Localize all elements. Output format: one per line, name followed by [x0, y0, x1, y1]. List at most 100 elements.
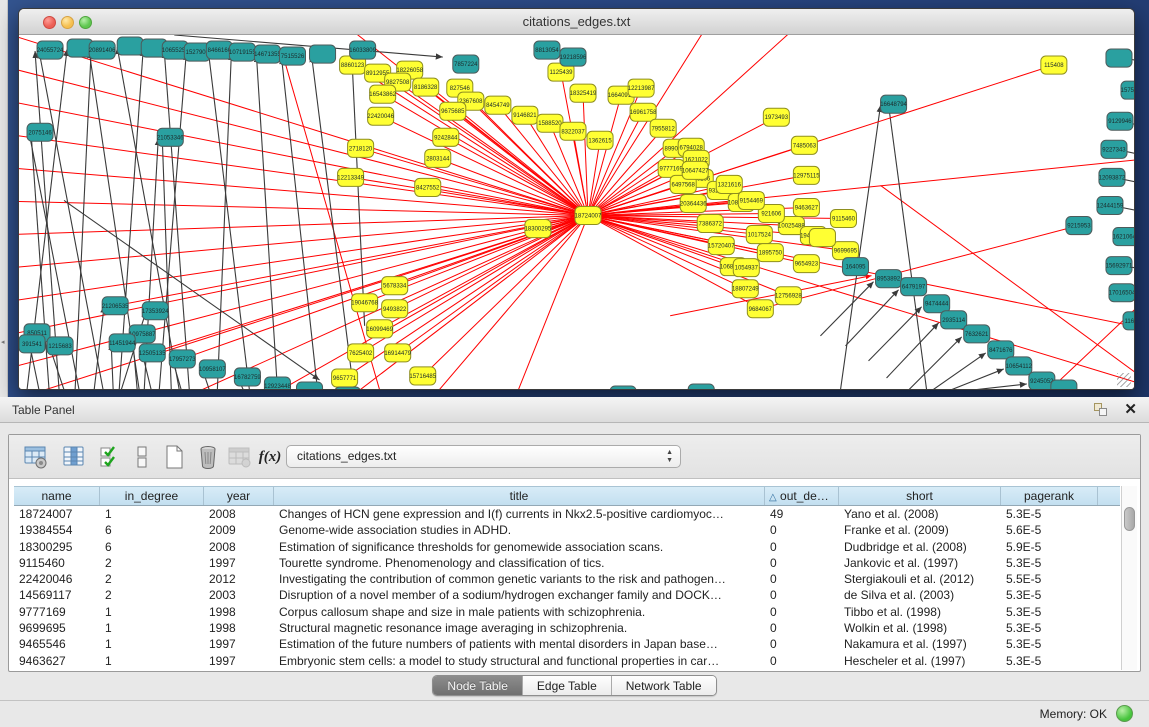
cell-in_degree[interactable]: 2 [100, 571, 204, 587]
graph-node-yellow[interactable]: 1054937 [733, 259, 759, 277]
graph-node-yellow[interactable]: 9654923 [793, 255, 819, 273]
cell-in_degree[interactable]: 1 [100, 636, 204, 652]
citation-edge-black[interactable] [312, 55, 354, 390]
cell-year[interactable]: 2008 [204, 506, 274, 522]
cell-in_degree[interactable]: 1 [100, 620, 204, 636]
graph-node-yellow[interactable]: 8322037 [560, 122, 586, 140]
cell-out_degree[interactable]: 0 [765, 653, 839, 669]
graph-node-yellow[interactable]: 16914479 [384, 344, 411, 362]
cell-pagerank[interactable]: 5.3E-5 [1001, 555, 1098, 571]
graph-node-yellow[interactable]: 16099469 [366, 320, 393, 338]
graph-node-teal[interactable]: 2935114 [941, 311, 967, 329]
graph-node-teal[interactable]: 21053346 [157, 128, 184, 146]
cell-title[interactable]: Investigating the contribution of common… [274, 571, 765, 587]
graph-node-teal[interactable]: 12923448 [264, 377, 291, 390]
graph-node-teal[interactable]: 7515526 [279, 47, 305, 65]
citation-edge-black[interactable] [256, 55, 277, 390]
graph-node-yellow[interactable]: 7485063 [791, 136, 817, 154]
column-header-short[interactable]: short [839, 487, 1001, 505]
graph-node-teal[interactable] [688, 384, 714, 390]
table-row[interactable]: 2242004622012Investigating the contribut… [14, 571, 1120, 587]
cell-name[interactable]: 22420046 [14, 571, 100, 587]
cell-title[interactable]: Genome-wide association studies in ADHD. [274, 522, 765, 538]
graph-node-teal[interactable]: 8953892 [876, 270, 902, 288]
cell-title[interactable]: Structural magnetic resonance image aver… [274, 620, 765, 636]
side-collapse-strip[interactable]: ◂ [0, 0, 8, 397]
citation-network-graph[interactable]: 1872400718300295886012389129551822605898… [19, 35, 1134, 390]
graph-node-teal[interactable]: 16648794 [880, 95, 907, 113]
cell-pagerank[interactable]: 5.9E-5 [1001, 539, 1098, 555]
graph-node-teal[interactable]: 20891406 [89, 41, 116, 59]
cell-name[interactable]: 18724007 [14, 506, 100, 522]
column-header-in_degree[interactable]: in_degree [100, 487, 204, 505]
graph-node-teal[interactable]: 164095 [842, 258, 868, 276]
graph-node-yellow[interactable]: 2803144 [425, 149, 451, 167]
window-resize-grip[interactable] [1117, 373, 1131, 387]
graph-node-yellow[interactable]: 7625402 [348, 344, 374, 362]
column-header-year[interactable]: year [204, 487, 274, 505]
citation-edge-black[interactable] [159, 53, 186, 390]
cell-in_degree[interactable]: 1 [100, 653, 204, 669]
cell-out_degree[interactable]: 0 [765, 522, 839, 538]
graph-node-yellow[interactable]: 12756928 [775, 287, 802, 305]
graph-node-yellow[interactable]: 8186328 [413, 78, 439, 96]
tab-edge-table[interactable]: Edge Table [523, 676, 612, 695]
graph-node-teal[interactable]: 9215953 [1066, 217, 1092, 235]
cell-short[interactable]: Wolkin et al. (1998) [839, 620, 1001, 636]
graph-node-teal[interactable]: 10958107 [199, 360, 226, 378]
graph-node-teal[interactable] [117, 37, 143, 55]
graph-node-teal[interactable]: 17353924 [142, 302, 169, 320]
graph-node-teal[interactable] [1106, 49, 1132, 67]
graph-node-yellow[interactable]: 18807249 [732, 280, 759, 298]
column-header-out_degree[interactable]: △ out_de… [765, 487, 839, 505]
citation-edge-red[interactable] [19, 216, 588, 376]
cell-out_degree[interactable]: 0 [765, 539, 839, 555]
graph-node-teal[interactable] [310, 45, 336, 63]
graph-node-teal[interactable]: 16210643 [1113, 228, 1134, 246]
graph-node-yellow[interactable]: 1321616 [716, 175, 742, 193]
graph-node-teal[interactable]: 9474444 [924, 295, 950, 313]
table-row[interactable]: 946554611997Estimation of the future num… [14, 636, 1120, 652]
cell-short[interactable]: Yano et al. (2008) [839, 506, 1001, 522]
tab-node-table[interactable]: Node Table [433, 676, 523, 695]
cell-title[interactable]: Estimation of significance thresholds fo… [274, 539, 765, 555]
cell-in_degree[interactable]: 1 [100, 506, 204, 522]
float-panel-icon[interactable] [1094, 403, 1109, 417]
graph-node-teal[interactable]: 11451944 [109, 334, 136, 352]
cell-title[interactable]: Disruption of a novel member of a sodium… [274, 587, 765, 603]
function-builder-icon[interactable]: f(x) [257, 444, 283, 470]
graph-node-yellow[interactable]: 8427552 [415, 178, 441, 196]
cell-year[interactable]: 2008 [204, 539, 274, 555]
cell-name[interactable]: 9463627 [14, 653, 100, 669]
citation-edge-black[interactable] [281, 57, 317, 390]
cell-pagerank[interactable]: 5.3E-5 [1001, 587, 1098, 603]
citation-edge-black[interactable] [869, 307, 922, 361]
cell-in_degree[interactable]: 1 [100, 604, 204, 620]
table-row[interactable]: 1872400712008Changes of HCN gene express… [14, 506, 1120, 522]
graph-node-yellow[interactable]: 9493822 [382, 300, 408, 318]
citation-edge-black[interactable] [887, 323, 939, 378]
graph-node-teal[interactable]: 9129946 [1107, 112, 1133, 130]
graph-node-yellow[interactable]: 7386372 [697, 215, 723, 233]
vertical-scrollbar[interactable] [1121, 486, 1137, 670]
graph-node-teal[interactable]: 17957273 [169, 350, 196, 368]
graph-node-teal[interactable]: 14671355 [254, 45, 281, 63]
cell-short[interactable]: Dudbridge et al. (2008) [839, 539, 1001, 555]
cell-in_degree[interactable]: 6 [100, 522, 204, 538]
graph-node-yellow[interactable]: 5678334 [382, 277, 408, 295]
cell-year[interactable]: 1997 [204, 636, 274, 652]
graph-node-yellow[interactable]: 9115460 [830, 209, 856, 227]
cell-year[interactable]: 2009 [204, 522, 274, 538]
citation-edge-black[interactable] [352, 51, 365, 326]
graph-node-teal[interactable]: 15692971 [1106, 257, 1133, 275]
network-canvas[interactable]: 1872400718300295886012389129551822605898… [19, 35, 1134, 390]
cell-year[interactable]: 1998 [204, 620, 274, 636]
graph-node-teal[interactable]: 15751074 [1121, 81, 1134, 99]
graph-node-yellow[interactable]: 1973493 [763, 108, 789, 126]
column-header-pagerank[interactable]: pagerank [1001, 487, 1098, 505]
graph-node-yellow[interactable]: 16543862 [369, 85, 396, 103]
graph-node-teal[interactable]: 1167533 [1123, 312, 1134, 330]
graph-node-teal[interactable]: 1215683 [47, 337, 73, 355]
cell-short[interactable]: Hescheler et al. (1997) [839, 653, 1001, 669]
table-row[interactable]: 946362711997Embryonic stem cells: a mode… [14, 653, 1120, 669]
